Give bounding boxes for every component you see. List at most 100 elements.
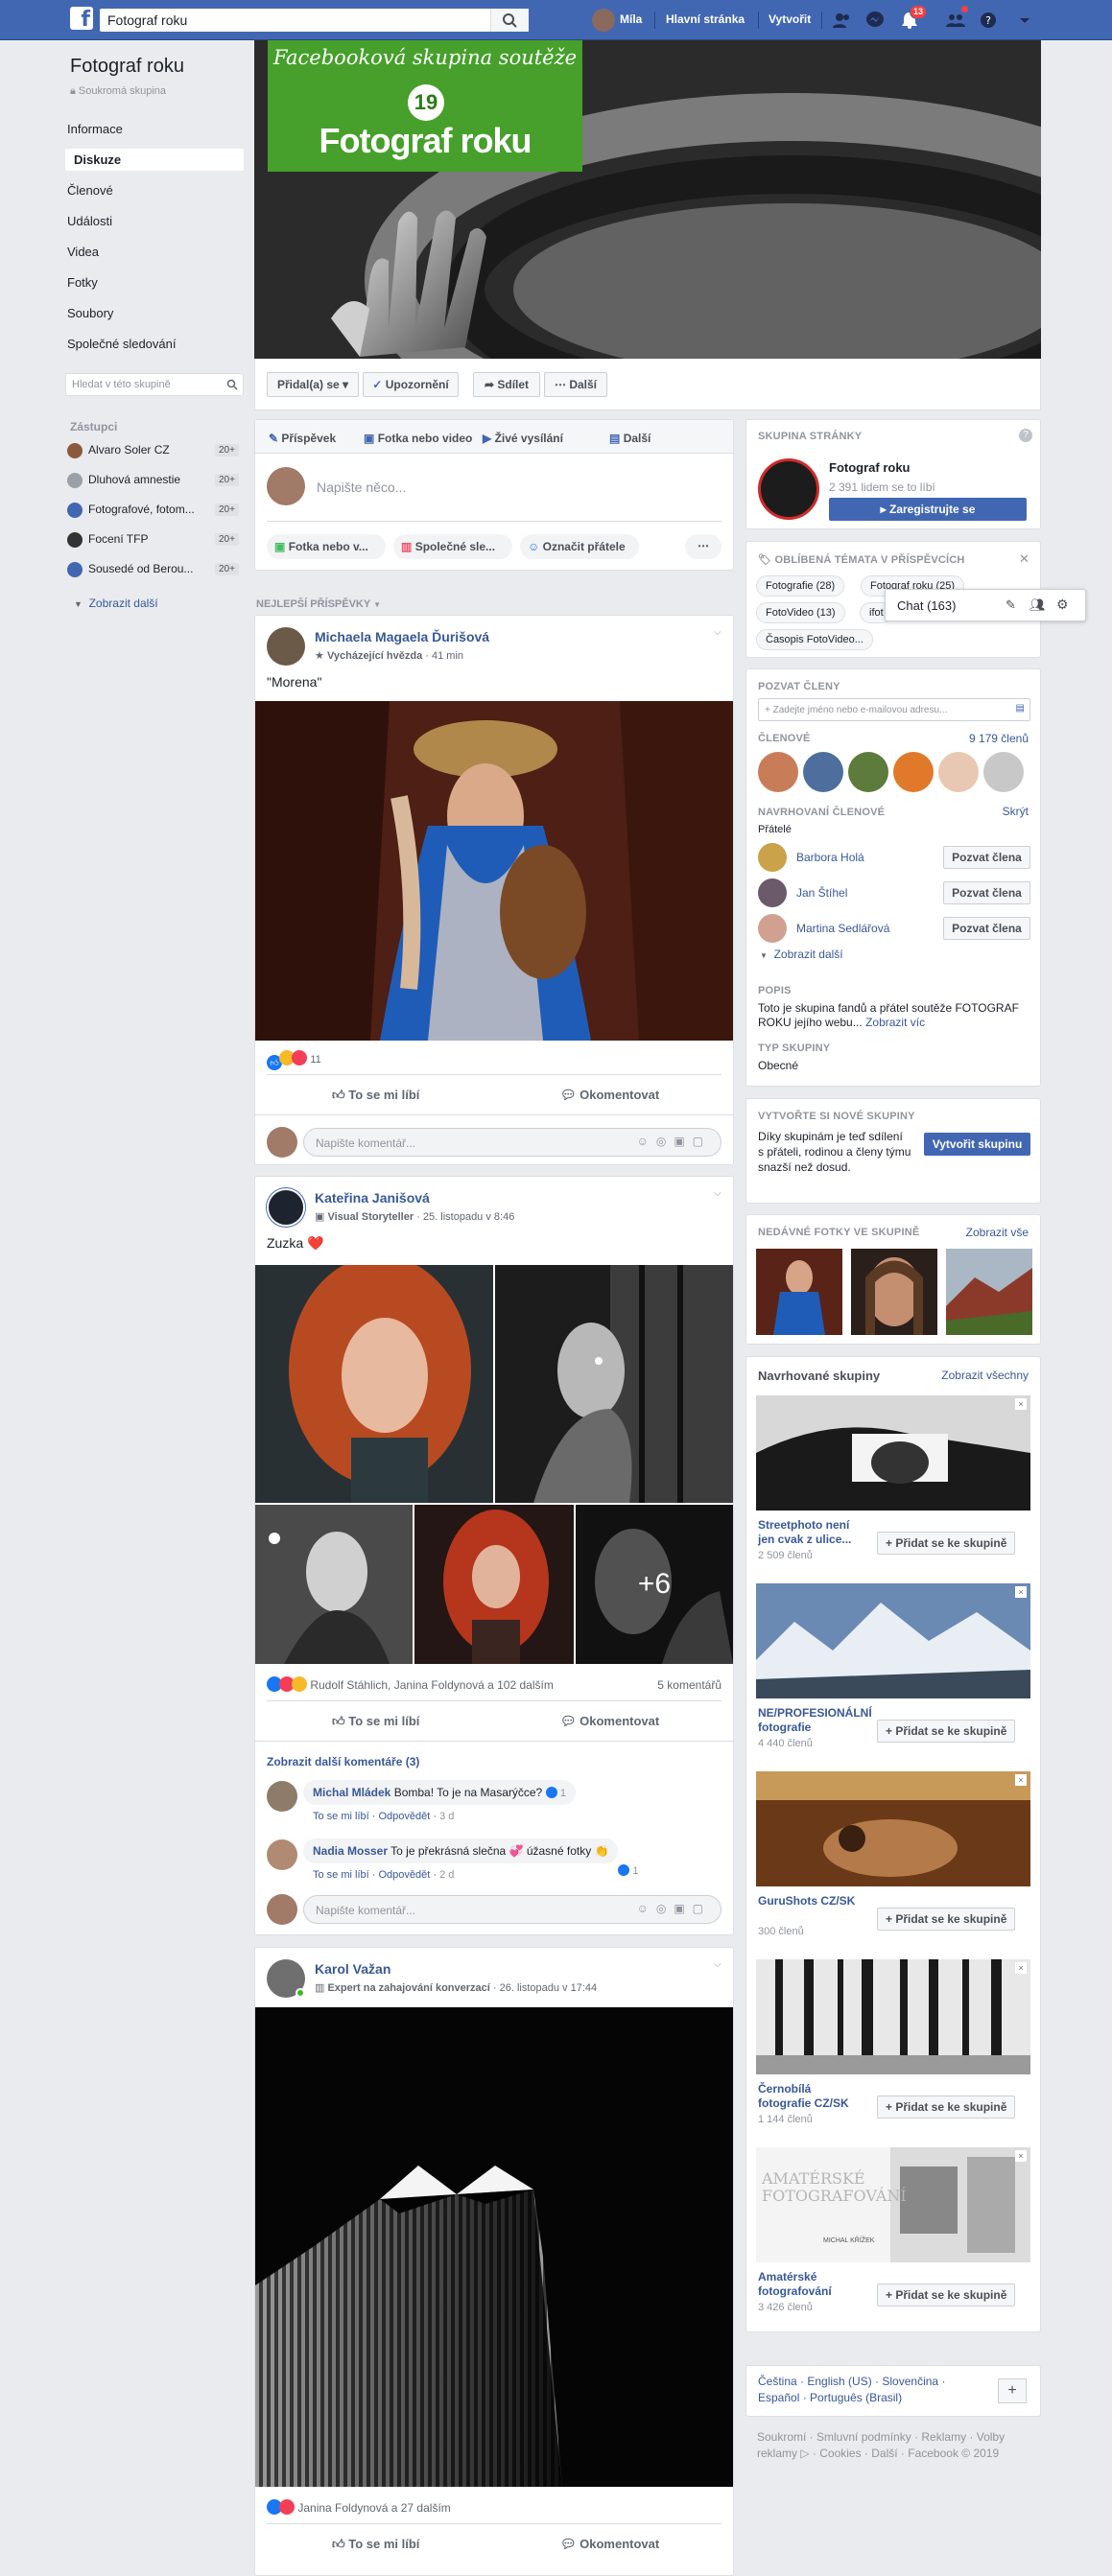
notifications-button[interactable]: ✓ Upozornění bbox=[363, 372, 459, 397]
suggested-group-cover[interactable]: × bbox=[756, 1395, 1030, 1510]
language-link[interactable]: English (US) bbox=[807, 2375, 871, 2388]
see-more-link[interactable]: Zobrazit víc bbox=[865, 1016, 925, 1029]
comment-reactions[interactable]: 1 bbox=[618, 1863, 638, 1877]
person-avatar[interactable] bbox=[758, 843, 787, 872]
comment-avatar[interactable] bbox=[267, 1839, 297, 1870]
reactions-summary[interactable]: 👍︎ 11 bbox=[267, 1050, 321, 1070]
cover-photo[interactable]: Facebooková skupina soutěže 19 Fotograf … bbox=[254, 40, 1041, 359]
home-link[interactable]: Hlavní stránka bbox=[666, 12, 745, 26]
suggested-group-cover[interactable]: × AMATÉRSKÉ FOTOGRAFOVÁNÍ MICHAL KŘÍŽEK bbox=[756, 2147, 1030, 2262]
user-avatar[interactable] bbox=[592, 9, 615, 32]
suggested-group-name[interactable]: Streetphoto není jen cvak z ulice... bbox=[758, 1518, 864, 1547]
register-button[interactable]: ▸ Zaregistrujte se bbox=[829, 498, 1027, 521]
person-name[interactable]: Martina Sedlářová bbox=[796, 922, 889, 935]
author-badge[interactable]: Visual Storyteller bbox=[327, 1211, 414, 1223]
tab-more[interactable]: ▤ Další bbox=[609, 432, 651, 445]
group-search-input[interactable]: Hledat v této skupině bbox=[65, 373, 244, 396]
author-badge[interactable]: Vycházející hvězda bbox=[327, 650, 422, 662]
create-group-button[interactable]: Vytvořit skupinu bbox=[924, 1133, 1030, 1156]
member-avatar[interactable] bbox=[803, 752, 843, 792]
post-photo[interactable] bbox=[255, 2007, 733, 2487]
post-photo[interactable] bbox=[255, 1505, 413, 1664]
help-icon[interactable]: ? bbox=[1019, 429, 1032, 442]
chat-bar[interactable]: Chat (163) ✎ 👥︎ ⚙︎ bbox=[885, 589, 1086, 621]
post-photo[interactable] bbox=[495, 1265, 733, 1503]
person-name[interactable]: Jan Štíhel bbox=[796, 886, 847, 900]
comment-time[interactable]: 2 d bbox=[439, 1869, 454, 1881]
menu-events[interactable]: Události bbox=[67, 214, 112, 228]
comment-author[interactable]: Nadia Mosser bbox=[313, 1844, 388, 1858]
comment-author[interactable]: Michal Mládek bbox=[313, 1786, 390, 1799]
see-all-groups[interactable]: Zobrazit všechny bbox=[941, 1369, 1029, 1382]
new-group-icon[interactable]: 👥︎ bbox=[1029, 597, 1046, 613]
group-title[interactable]: Fotograf roku bbox=[70, 56, 184, 78]
author-badge[interactable]: Expert na zahajování konverzací bbox=[327, 1982, 489, 1994]
post-options-icon[interactable]: ⌵ bbox=[714, 627, 722, 638]
feed-sort-dropdown[interactable]: NEJLEPŠÍ PŘÍSPĚVKY ▼ bbox=[256, 598, 381, 610]
reactions-summary[interactable]: Janina Foldynová a 27 dalším bbox=[267, 2499, 451, 2517]
comment-input-icons[interactable]: ☺◎▣▢ bbox=[637, 1135, 711, 1148]
close-icon[interactable]: × bbox=[1015, 1962, 1027, 1974]
shortcut-item[interactable]: Dluhová amnestie bbox=[67, 473, 180, 488]
topic-chip[interactable]: Fotografie (28) bbox=[756, 575, 845, 597]
recent-photo[interactable] bbox=[756, 1249, 842, 1335]
close-icon[interactable]: × bbox=[1015, 1398, 1027, 1410]
member-avatar[interactable] bbox=[938, 752, 979, 792]
language-link[interactable]: Português (Brasil) bbox=[810, 2391, 902, 2404]
member-avatar[interactable] bbox=[983, 752, 1024, 792]
topic-chip[interactable]: FotoVideo (13) bbox=[756, 602, 845, 623]
author-name[interactable]: Karol Važan bbox=[315, 1961, 390, 1977]
tab-post[interactable]: ✎ Příspěvek bbox=[269, 432, 336, 445]
comments-count[interactable]: 5 komentářů bbox=[657, 1678, 722, 1692]
person-avatar[interactable] bbox=[758, 878, 787, 907]
tab-live-video[interactable]: ▶ Živé vysílání bbox=[483, 432, 563, 445]
suggested-group-name[interactable]: Černobílá fotografie CZ/SK bbox=[758, 2082, 864, 2111]
search-input[interactable]: Fotograf roku bbox=[100, 9, 529, 32]
share-button[interactable]: ➦ Sdílet bbox=[473, 372, 540, 397]
comment-like-link[interactable]: To se mi líbí bbox=[313, 1811, 369, 1822]
tab-photo-video[interactable]: ▣ Fotka nebo video bbox=[364, 432, 472, 445]
show-more-comments[interactable]: Zobrazit další komentáře (3) bbox=[267, 1755, 419, 1768]
gear-icon[interactable]: ⚙︎ bbox=[1056, 597, 1069, 613]
like-button[interactable]: 👍︎ To se mi líbí bbox=[332, 2537, 419, 2552]
comment-input[interactable]: Napište komentář... ☺◎▣▢ bbox=[303, 1128, 722, 1157]
account-menu-icon[interactable] bbox=[1015, 12, 1034, 29]
groups-icon[interactable] bbox=[946, 12, 965, 29]
post-photo[interactable] bbox=[255, 701, 733, 1041]
suggested-group-name[interactable]: Amatérské fotografování bbox=[758, 2270, 864, 2299]
post-photo[interactable] bbox=[414, 1505, 574, 1664]
join-group-button[interactable]: + Přidat se ke skupině bbox=[877, 1720, 1016, 1743]
language-link[interactable]: Español bbox=[758, 2391, 799, 2404]
create-link[interactable]: Vytvořit bbox=[769, 12, 811, 26]
comment-button[interactable]: 💬︎ Okomentovat bbox=[560, 1714, 659, 1729]
menu-videos[interactable]: Videa bbox=[67, 245, 99, 259]
join-group-button[interactable]: + Přidat se ke skupině bbox=[877, 1532, 1016, 1555]
facebook-logo-icon[interactable]: f bbox=[70, 7, 93, 30]
menu-about[interactable]: Informace bbox=[67, 122, 123, 136]
recent-photo[interactable] bbox=[851, 1249, 937, 1335]
profile-link[interactable]: Míla bbox=[620, 12, 642, 26]
contacts-icon[interactable]: ▤ bbox=[1016, 703, 1025, 714]
reactions-summary[interactable]: Rudolf Stáhlich, Janina Foldynová a 102 … bbox=[267, 1676, 554, 1695]
compose-icon[interactable]: ✎ bbox=[1006, 597, 1016, 613]
person-avatar[interactable] bbox=[758, 914, 787, 943]
shortcut-item[interactable]: Fotografové, fotom... bbox=[67, 503, 195, 518]
shortcut-item[interactable]: Focení TFP bbox=[67, 532, 148, 548]
members-count[interactable]: 9 179 členů bbox=[969, 732, 1029, 745]
language-link[interactable]: Slovenčina bbox=[882, 2375, 938, 2388]
messenger-icon[interactable] bbox=[865, 12, 885, 29]
search-button[interactable] bbox=[490, 9, 529, 32]
person-name[interactable]: Barbora Holá bbox=[796, 851, 864, 864]
post-time[interactable]: 26. listopadu v 17:44 bbox=[500, 1982, 598, 1994]
post-time[interactable]: 25. listopadu v 8:46 bbox=[423, 1211, 514, 1223]
joined-button[interactable]: Přidal(a) se ▾ bbox=[267, 372, 359, 397]
tag-friends-button[interactable]: ☺ Označit přátele bbox=[520, 534, 639, 559]
topic-chip[interactable]: Časopis FotoVideo... bbox=[756, 629, 873, 650]
watch-party-button[interactable]: ▥ Společné sle... bbox=[393, 534, 512, 559]
shortcut-item[interactable]: Sousedé od Berou... bbox=[67, 562, 193, 577]
shortcut-item[interactable]: Alvaro Soler CZ bbox=[67, 443, 170, 458]
comment-like-link[interactable]: To se mi líbí bbox=[313, 1869, 369, 1881]
post-photo-more[interactable]: +6 bbox=[576, 1505, 733, 1664]
composer-input[interactable]: Napište něco... bbox=[317, 480, 406, 495]
join-group-button[interactable]: + Přidat se ke skupině bbox=[877, 2096, 1016, 2119]
